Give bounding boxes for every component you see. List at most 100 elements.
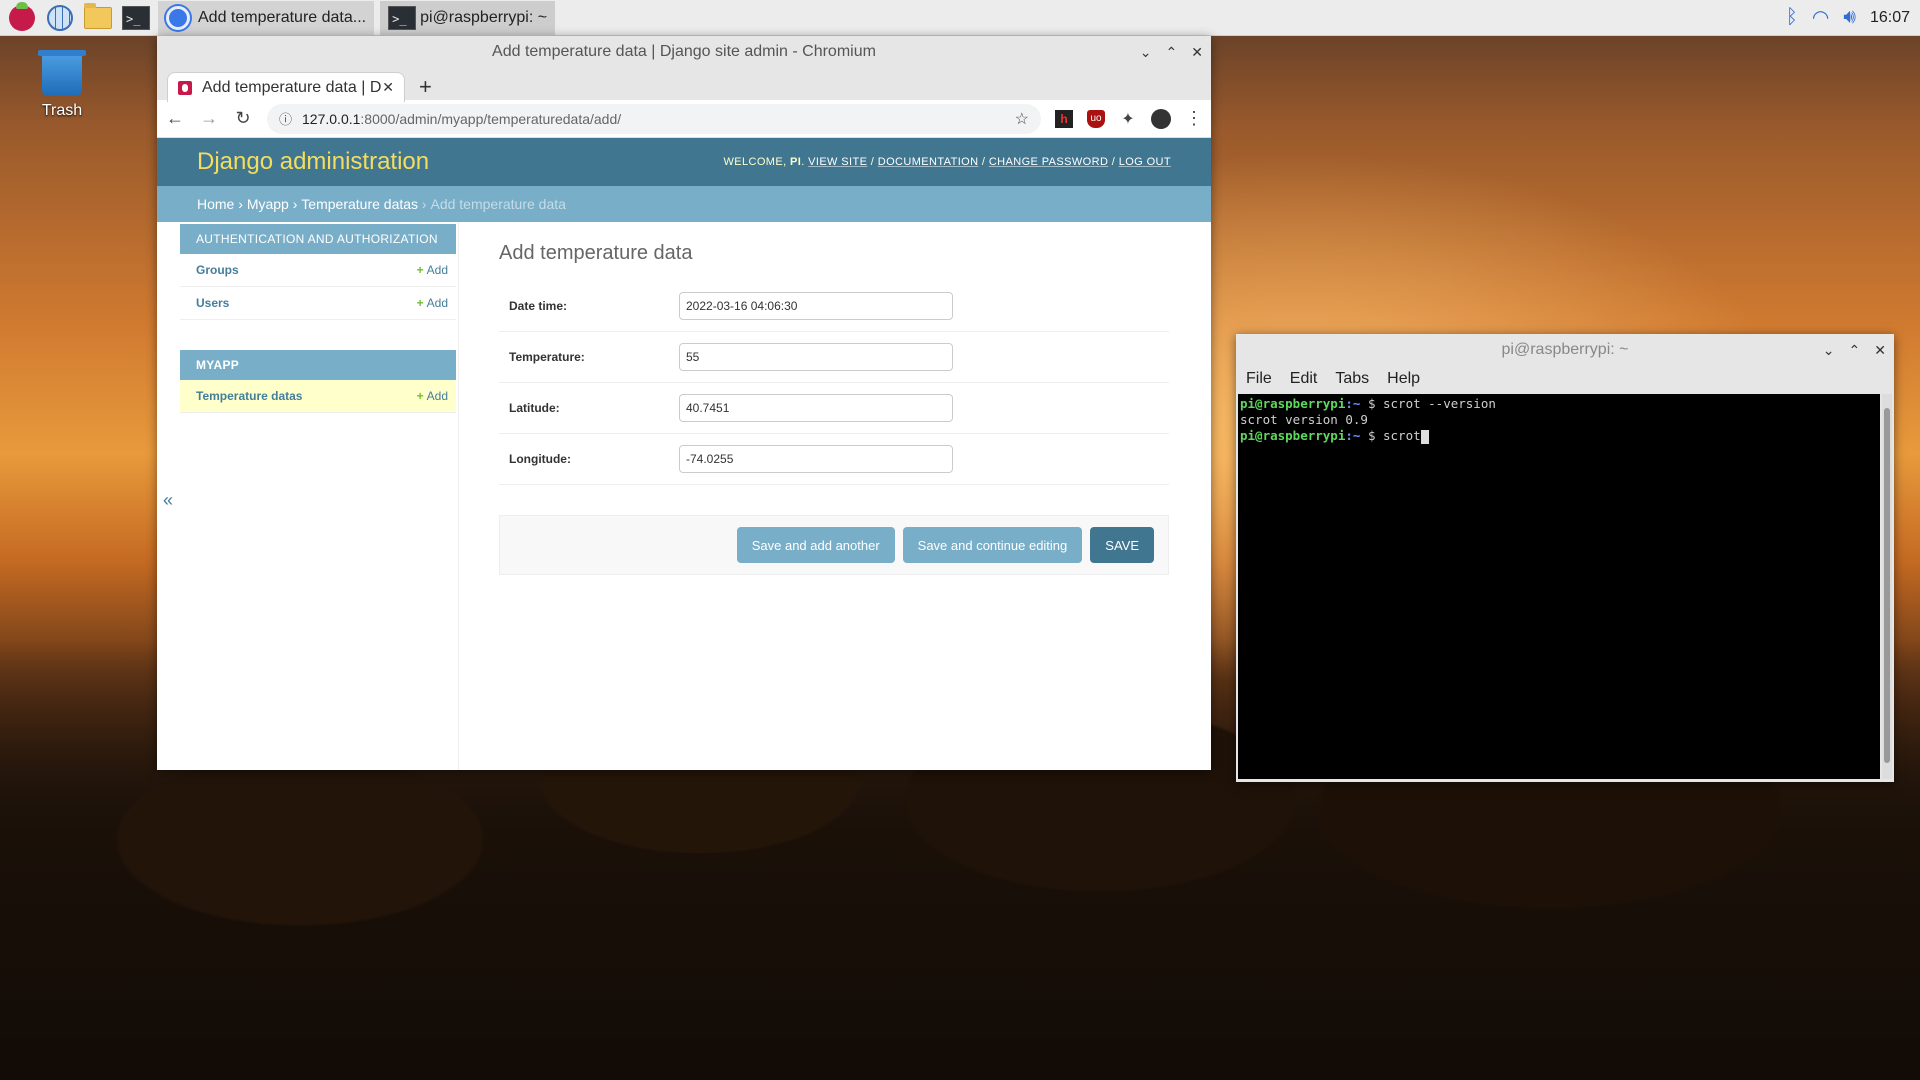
log-out-link[interactable]: LOG OUT xyxy=(1119,156,1171,168)
account-avatar-icon[interactable] xyxy=(1151,108,1171,129)
tab-title: Add temperature data | D xyxy=(202,78,382,96)
close-icon[interactable]: ✕ xyxy=(1191,44,1203,61)
tab-close-icon[interactable]: ✕ xyxy=(382,79,394,96)
terminal-screen[interactable]: pi@raspberrypi:~ $ scrot --version scrot … xyxy=(1238,394,1880,779)
terminal-window: pi@raspberrypi: ~ ⌄ ⌃ ✕ File Edit Tabs H… xyxy=(1236,334,1894,782)
longitude-field[interactable] xyxy=(679,445,953,473)
terminal-icon: >_ xyxy=(388,5,417,30)
plus-icon: + xyxy=(416,389,424,403)
welcome-text: WELCOME, xyxy=(723,156,787,168)
model-link-groups[interactable]: Groups xyxy=(196,263,239,277)
latitude-field[interactable] xyxy=(679,394,953,422)
terminal-menubar: File Edit Tabs Help xyxy=(1236,366,1894,392)
close-icon[interactable]: ✕ xyxy=(1874,342,1886,359)
terminal-titlebar[interactable]: pi@raspberrypi: ~ ⌄ ⌃ ✕ xyxy=(1236,334,1894,366)
model-row-temperature-datas: Temperature datas + Add xyxy=(180,380,456,413)
ublock-shield-icon[interactable]: uo xyxy=(1087,109,1105,128)
save-and-continue-button[interactable]: Save and continue editing xyxy=(902,527,1083,563)
terminal-scrollbar[interactable] xyxy=(1882,394,1892,779)
web-browser-launcher[interactable] xyxy=(44,2,76,34)
breadcrumb-model[interactable]: Temperature datas xyxy=(301,196,418,212)
username: PI xyxy=(790,156,802,168)
minimize-icon[interactable]: ⌄ xyxy=(1823,342,1835,359)
site-brand[interactable]: Django administration xyxy=(197,148,429,176)
save-and-add-another-button[interactable]: Save and add another xyxy=(736,527,895,563)
temperature-field[interactable] xyxy=(679,343,953,371)
minimize-icon[interactable]: ⌄ xyxy=(1140,44,1152,61)
form-row-date-time: Date time: xyxy=(499,281,1169,332)
breadcrumb-app[interactable]: Myapp xyxy=(247,196,289,212)
date-time-field[interactable] xyxy=(679,292,953,320)
terminal-output-line: scrot version 0.9 xyxy=(1240,412,1368,427)
address-bar[interactable]: ⓘ 127.0.0.1 :8000/admin/myapp/temperatur… xyxy=(267,103,1041,134)
menu-help[interactable]: Help xyxy=(1387,370,1420,388)
admin-content: Add temperature data Date time: Temperat… xyxy=(459,222,1211,770)
plus-icon: + xyxy=(416,296,424,310)
change-password-link[interactable]: CHANGE PASSWORD xyxy=(989,156,1108,168)
trash-desktop-icon[interactable]: Trash xyxy=(34,50,90,120)
browser-tab[interactable]: Add temperature data | D ✕ xyxy=(167,72,405,102)
app-auth: AUTHENTICATION AND AUTHORIZATION Groups … xyxy=(180,224,456,320)
taskbar-task-chromium[interactable]: Add temperature data... xyxy=(158,0,375,35)
back-arrow-icon[interactable]: ← xyxy=(165,108,185,129)
maximize-icon[interactable]: ⌃ xyxy=(1849,342,1861,359)
add-label: Add xyxy=(426,263,448,277)
chromium-window: Add temperature data | Django site admin… xyxy=(157,36,1211,770)
extension-h-icon[interactable]: h xyxy=(1055,109,1073,128)
raspberry-menu-button[interactable] xyxy=(6,1,38,34)
new-tab-icon[interactable]: + xyxy=(419,74,432,100)
url-path: :8000/admin/myapp/temperaturedata/add/ xyxy=(360,110,622,127)
terminal-icon: >_ xyxy=(122,5,150,30)
view-site-link[interactable]: VIEW SITE xyxy=(808,156,867,168)
add-groups-link[interactable]: + Add xyxy=(417,263,448,277)
folder-icon xyxy=(84,2,112,29)
save-button[interactable]: SAVE xyxy=(1090,527,1154,563)
globe-icon xyxy=(47,4,73,31)
taskbar-task-terminal[interactable]: >_ pi@raspberrypi: ~ xyxy=(380,0,556,35)
model-row-groups: Groups + Add xyxy=(180,254,456,287)
taskbar-task-label: pi@raspberrypi: ~ xyxy=(420,8,548,26)
prompt-user: pi@raspberrypi xyxy=(1240,396,1346,411)
add-temperature-datas-link[interactable]: + Add xyxy=(417,389,448,403)
prompt-user: pi@raspberrypi xyxy=(1240,428,1346,443)
text-cursor xyxy=(1420,429,1429,444)
wifi-icon[interactable]: ◠ xyxy=(1812,5,1829,30)
kebab-menu-icon[interactable]: ⋮ xyxy=(1185,108,1203,128)
extensions-puzzle-icon[interactable]: ✦ xyxy=(1119,110,1137,128)
menu-edit[interactable]: Edit xyxy=(1290,370,1318,388)
prompt-path: :~ xyxy=(1345,396,1361,411)
menu-file[interactable]: File xyxy=(1246,370,1272,388)
breadcrumb: Home › Myapp › Temperature datas › Add t… xyxy=(157,186,1211,222)
admin-nav-sidebar: « AUTHENTICATION AND AUTHORIZATION Group… xyxy=(157,222,459,770)
breadcrumb-home[interactable]: Home xyxy=(197,196,234,212)
volume-icon[interactable]: 🔊︎ xyxy=(1843,6,1856,29)
forward-arrow-icon[interactable]: → xyxy=(199,108,219,129)
django-favicon-icon xyxy=(178,80,192,95)
terminal-line: pi@raspberrypi:~ $ scrot xyxy=(1240,428,1878,444)
terminal-launcher[interactable]: >_ xyxy=(120,2,152,34)
user-tools: WELCOME, PI. VIEW SITE / DOCUMENTATION /… xyxy=(723,156,1171,168)
terminal-line: pi@raspberrypi:~ $ scrot --version xyxy=(1240,396,1878,412)
window-titlebar[interactable]: Add temperature data | Django site admin… xyxy=(157,36,1211,68)
clock[interactable]: 16:07 xyxy=(1870,9,1910,27)
reload-icon[interactable]: ↻ xyxy=(233,108,253,129)
tab-strip: Add temperature data | D ✕ + xyxy=(157,68,1211,102)
site-info-icon[interactable]: ⓘ xyxy=(279,109,292,128)
url-host: 127.0.0.1 xyxy=(302,110,361,127)
documentation-link[interactable]: DOCUMENTATION xyxy=(878,156,979,168)
breadcrumb-current: Add temperature data xyxy=(430,196,566,212)
browser-toolbar: ← → ↻ ⓘ 127.0.0.1 :8000/admin/myapp/temp… xyxy=(157,100,1211,138)
maximize-icon[interactable]: ⌃ xyxy=(1166,44,1178,61)
app-caption[interactable]: MYAPP xyxy=(180,350,456,380)
toggle-nav-sidebar-button[interactable]: « xyxy=(163,490,173,511)
bookmark-star-icon[interactable]: ☆ xyxy=(1015,109,1029,129)
menu-tabs[interactable]: Tabs xyxy=(1335,370,1369,388)
form-row-temperature: Temperature: xyxy=(499,332,1169,383)
model-link-temperature-datas[interactable]: Temperature datas xyxy=(196,389,302,403)
model-link-users[interactable]: Users xyxy=(196,296,229,310)
app-caption[interactable]: AUTHENTICATION AND AUTHORIZATION xyxy=(180,224,456,254)
bluetooth-icon[interactable]: ᛒ xyxy=(1786,6,1798,29)
submit-row: Save and add another Save and continue e… xyxy=(499,515,1169,575)
add-users-link[interactable]: + Add xyxy=(417,296,448,310)
file-manager-launcher[interactable] xyxy=(82,2,114,34)
